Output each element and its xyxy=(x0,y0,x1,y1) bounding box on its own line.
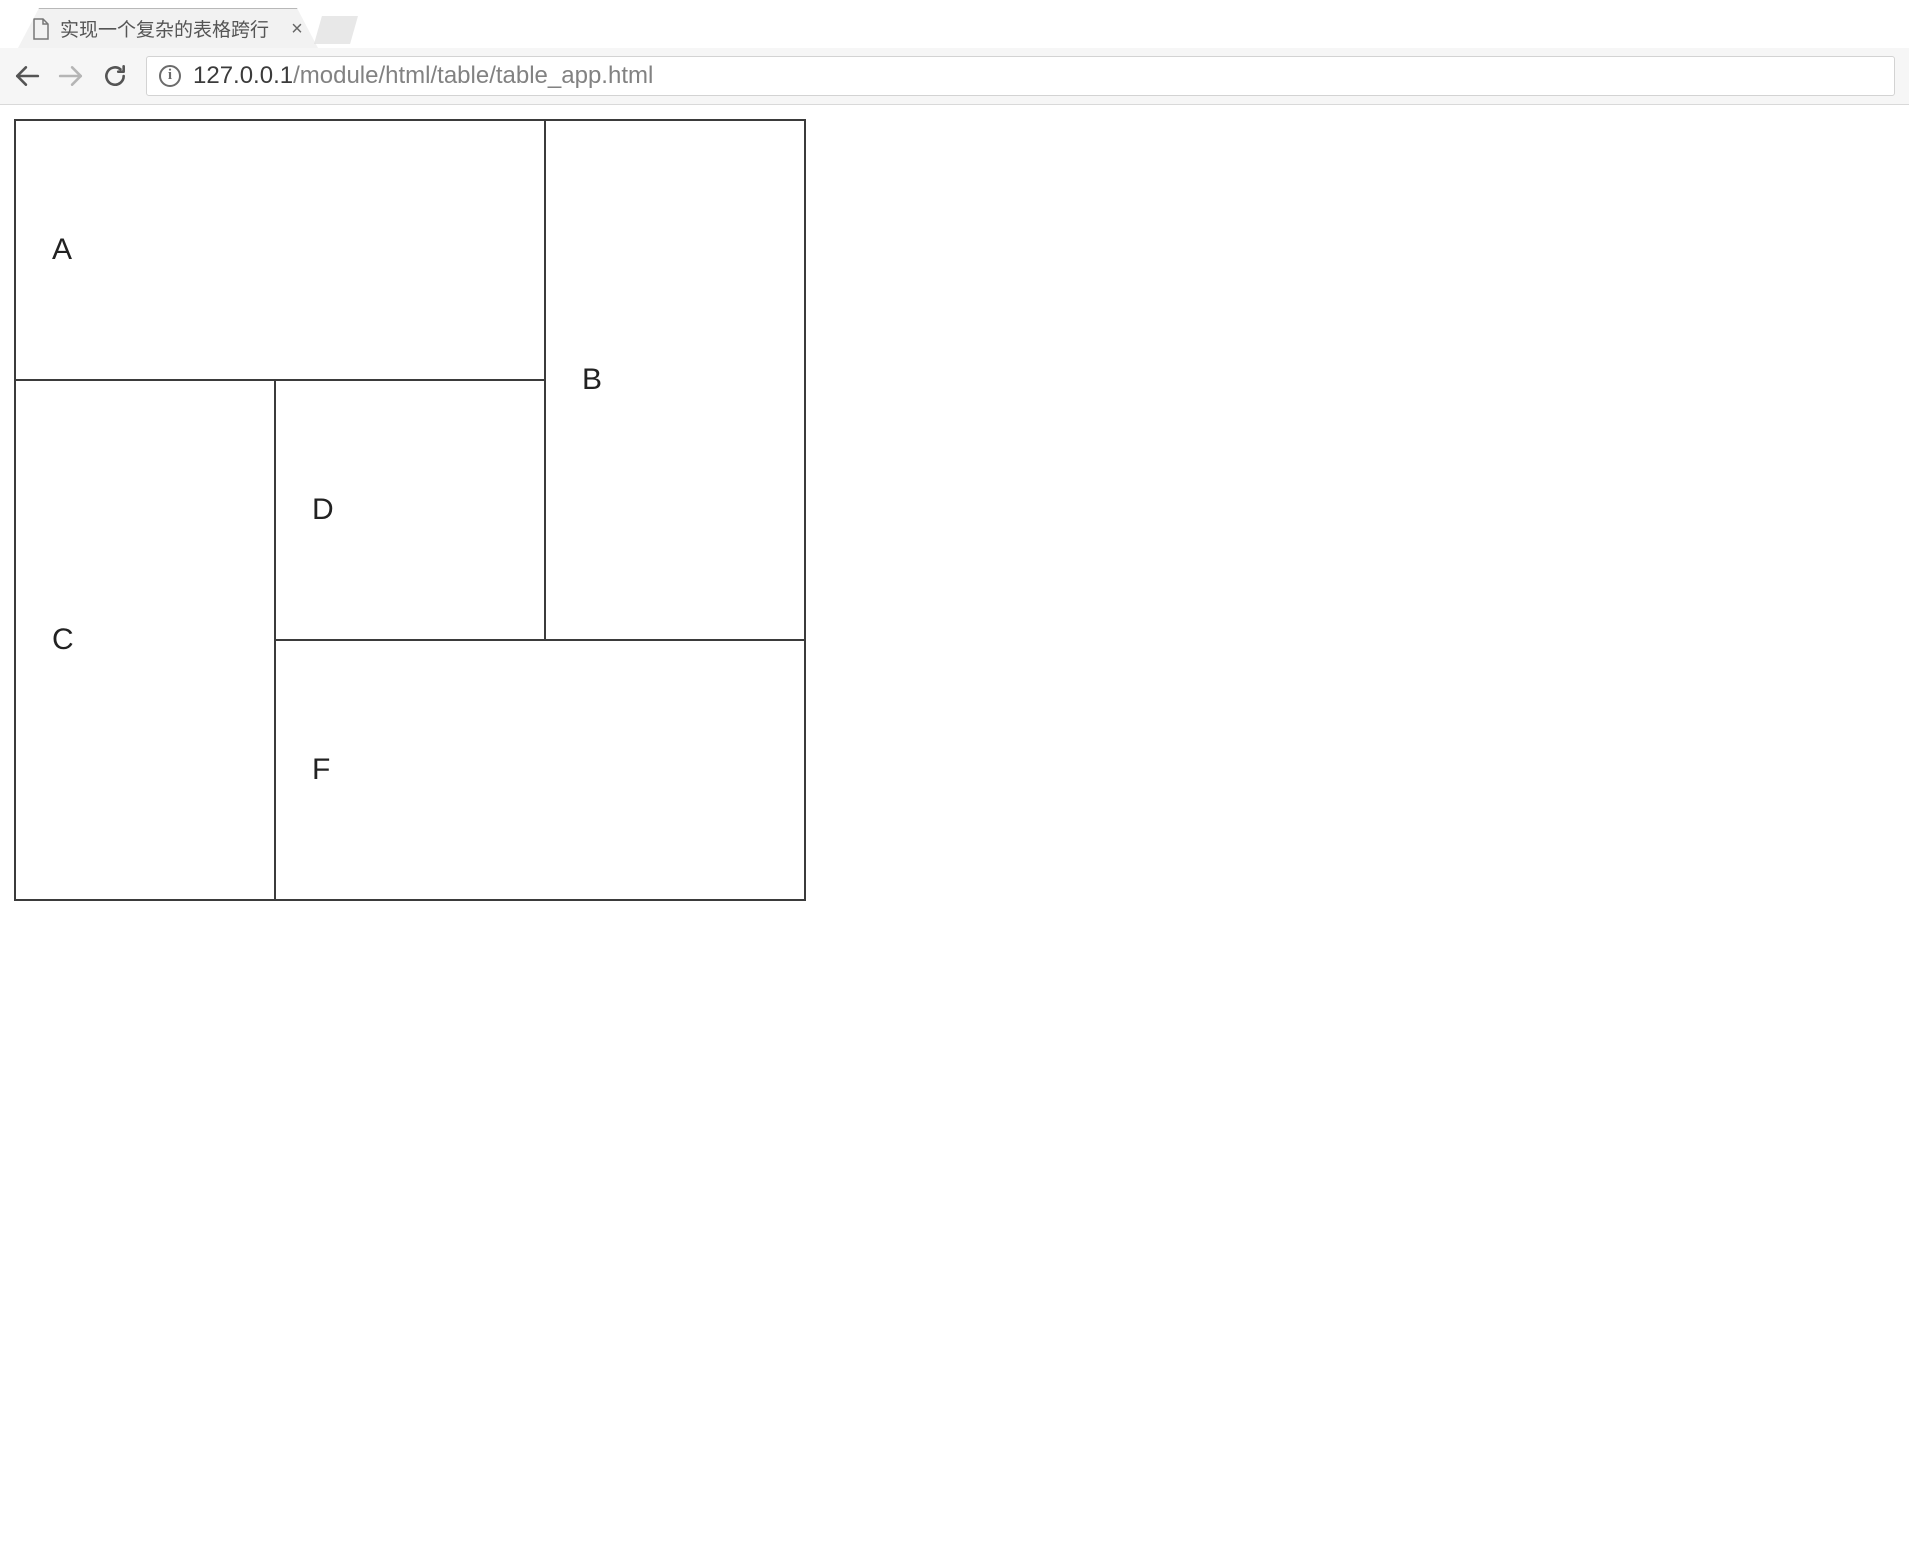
tab-strip: 实现一个复杂的表格跨行 × xyxy=(0,0,1909,48)
url-path: /module/html/table/table_app.html xyxy=(293,62,653,89)
back-button[interactable] xyxy=(14,63,40,89)
page-content: A B C D F xyxy=(0,105,1909,915)
demo-table: A B C D F xyxy=(14,119,806,901)
tab-title: 实现一个复杂的表格跨行 xyxy=(60,15,282,42)
cell-f: F xyxy=(275,640,805,900)
url-text: 127.0.0.1/module/html/table/table_app.ht… xyxy=(193,62,653,90)
site-info-icon[interactable]: i xyxy=(159,65,181,87)
reload-button[interactable] xyxy=(102,63,128,89)
address-bar[interactable]: i 127.0.0.1/module/html/table/table_app.… xyxy=(146,56,1895,96)
browser-tab[interactable]: 实现一个复杂的表格跨行 × xyxy=(18,8,318,48)
cell-d: D xyxy=(275,380,545,640)
close-icon[interactable]: × xyxy=(290,22,304,36)
cell-c: C xyxy=(15,380,275,900)
new-tab-button[interactable] xyxy=(314,16,358,44)
forward-button[interactable] xyxy=(58,63,84,89)
browser-toolbar: i 127.0.0.1/module/html/table/table_app.… xyxy=(0,48,1909,104)
cell-a: A xyxy=(15,120,545,380)
browser-chrome: 实现一个复杂的表格跨行 × i 127.0.0. xyxy=(0,0,1909,105)
cell-b: B xyxy=(545,120,805,640)
url-host: 127.0.0.1 xyxy=(193,62,293,89)
file-icon xyxy=(32,18,50,40)
